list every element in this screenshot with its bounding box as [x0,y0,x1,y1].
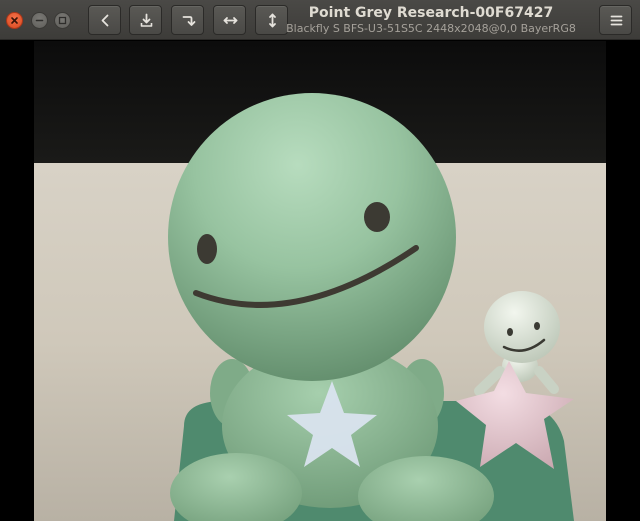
image-viewport[interactable] [0,41,640,521]
download-icon [140,13,153,27]
save-image-button[interactable] [129,5,162,35]
minimize-button[interactable] [31,12,48,29]
rotate-icon [182,16,196,26]
window-title: Point Grey Research-00F67427 [308,5,554,21]
header-bar: Point Grey Research-00F67427 Blackfly S … [0,0,640,40]
flip-horizontal-icon [223,17,238,24]
camera-image [34,41,606,521]
maximize-icon [58,16,67,25]
back-button[interactable] [88,5,121,35]
rotate-button[interactable] [171,5,204,35]
chevron-left-icon [101,14,109,27]
menu-button[interactable] [599,5,632,35]
flip-vertical-icon [269,13,276,28]
app-window: Point Grey Research-00F67427 Blackfly S … [0,0,640,521]
flip-horizontal-button[interactable] [213,5,246,35]
title-area: Point Grey Research-00F67427 Blackfly S … [286,4,576,36]
hamburger-menu-icon [610,15,623,26]
camera-frame [34,41,606,521]
window-subtitle: Blackfly S BFS-U3-51S5C 2448x2048@0,0 Ba… [286,22,576,35]
flip-vertical-button[interactable] [255,5,288,35]
close-icon [11,17,18,24]
maximize-button[interactable] [54,12,71,29]
minimize-icon [35,19,44,22]
close-button[interactable] [6,12,23,29]
